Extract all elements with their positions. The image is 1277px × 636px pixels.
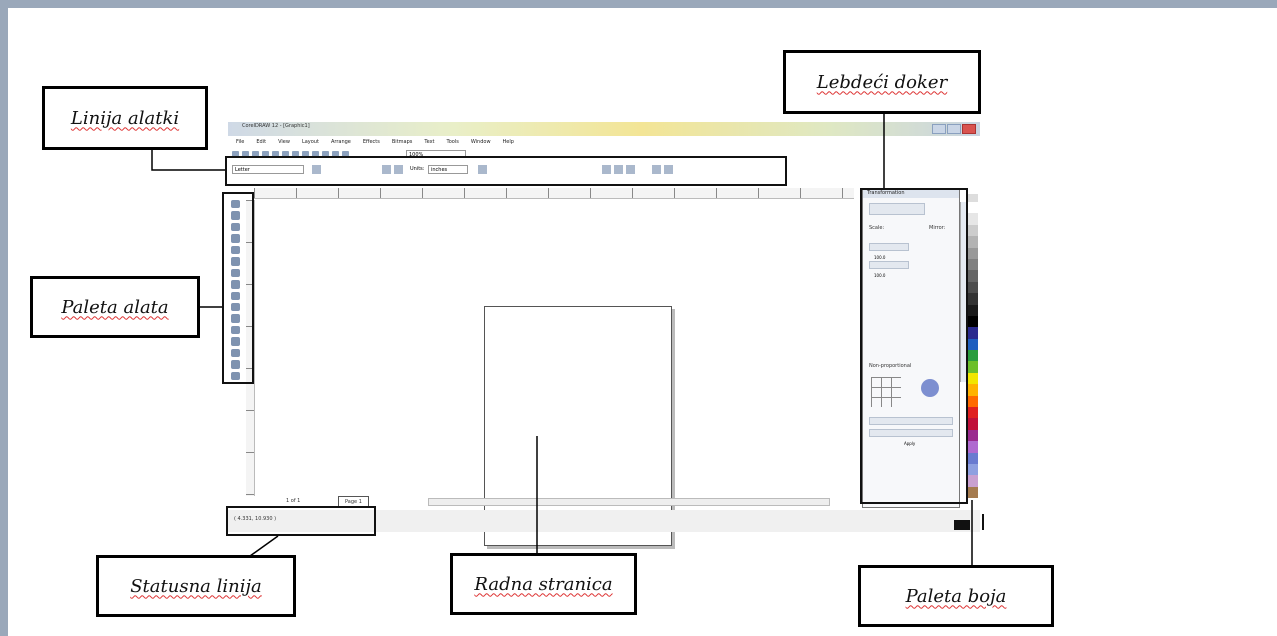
label-toolbar: Linija alatki <box>42 86 208 150</box>
label-color-palette: Paleta boja <box>858 565 1054 627</box>
label-work-page: Radna stranica <box>450 553 637 615</box>
label-floating-docker: Lebdeći doker <box>783 50 981 114</box>
label-status-bar: Statusna linija <box>96 555 296 617</box>
label-toolbox: Paleta alata <box>30 276 200 338</box>
